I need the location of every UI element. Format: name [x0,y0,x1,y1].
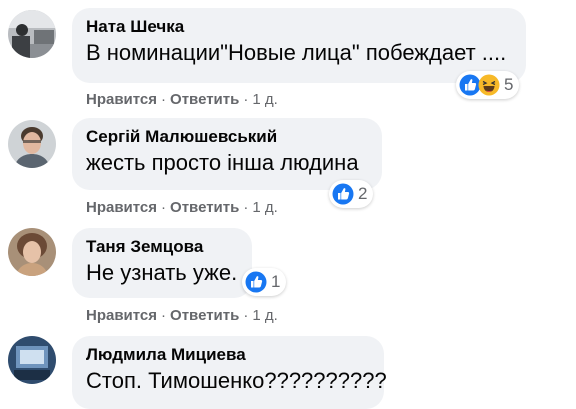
avatar[interactable] [8,10,56,58]
reaction-count: 5 [504,75,514,94]
comment-bubble: Сергій Малюшевський жесть просто інша лю… [72,118,382,190]
comment-timestamp[interactable]: 1 д. [252,307,277,324]
separator: · [161,91,167,108]
like-link[interactable]: Нравится [86,307,157,324]
avatar[interactable] [8,120,56,168]
comment-text: В номинации"Новые лица" побеждает .... [86,40,507,65]
haha-icon [478,74,500,96]
reply-link[interactable]: Ответить [170,199,239,216]
like-link[interactable]: Нравится [86,199,157,216]
separator: · [161,307,167,324]
comment-bubble: Людмила Мициева Стоп. Тимошенко?????????… [72,336,387,409]
like-icon [245,271,267,293]
avatar[interactable] [8,228,56,276]
separator: · [243,199,249,216]
comment-bubble: Ната Шечка В номинации"Новые лица" побеж… [72,8,526,83]
comment-timestamp[interactable]: 1 д. [252,199,277,216]
reaction-summary[interactable]: 5 [456,71,520,99]
separator: · [161,199,167,216]
separator: · [243,307,249,324]
reply-link[interactable]: Ответить [170,307,239,324]
reaction-count: 2 [358,184,368,203]
comment-text: Стоп. Тимошенко?????????? [86,368,387,393]
comment-author[interactable]: Таня Земцова [86,236,238,258]
separator: · [243,91,249,108]
like-link[interactable]: Нравится [86,91,157,108]
comment-author[interactable]: Людмила Мициева [86,344,370,366]
reaction-summary[interactable]: 2 [329,180,374,208]
avatar[interactable] [8,336,56,384]
comment-bubble: Таня Земцова Не узнать уже. [72,228,252,298]
comment-actions: Нравится · Ответить · 1 д. [86,90,278,110]
comment-author[interactable]: Сергій Малюшевський [86,126,368,148]
reaction-count: 1 [271,272,281,291]
comment-actions: Нравится · Ответить · 1 д. [86,198,278,218]
reaction-summary[interactable]: 1 [242,268,287,296]
like-icon [332,183,354,205]
comment-text: жесть просто інша людина [86,150,359,175]
comment-actions: Нравится · Ответить · 1 д. [86,306,278,326]
comment-timestamp[interactable]: 1 д. [252,91,277,108]
comment-text: Не узнать уже. [86,260,238,285]
reply-link[interactable]: Ответить [170,91,239,108]
comment-author[interactable]: Ната Шечка [86,16,512,38]
